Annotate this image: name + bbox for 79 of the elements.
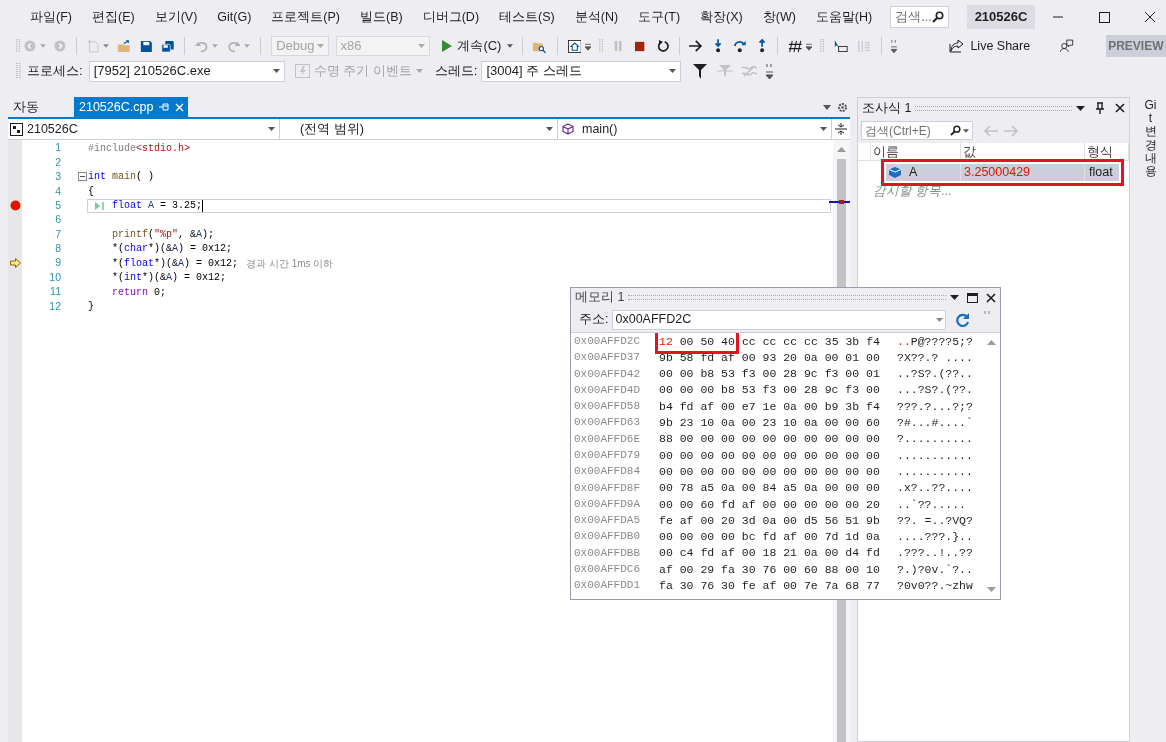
- memory-ascii: ...........: [897, 463, 973, 480]
- memory-address: 0x00AFFDBB: [573, 545, 641, 561]
- memory-address: 0x00AFFD6E: [573, 431, 641, 447]
- memory-ascii: ..`??.....: [897, 496, 966, 513]
- code-line: return 0;: [112, 285, 167, 300]
- address-label: 주소:: [579, 311, 609, 329]
- elapsed-time-hint: 경과 시간 1ms 이하: [246, 256, 334, 271]
- line-number: 3: [54, 169, 61, 185]
- memory-bytes: 00 00 60 fd af 00 00 00 00 00 20: [659, 496, 881, 513]
- panel-title: 메모리 1: [575, 289, 625, 307]
- line-number: 4: [54, 183, 61, 199]
- line-number: 12: [48, 298, 61, 314]
- memory-ascii: ?.)?0v.`?..: [897, 561, 973, 578]
- line-number: 10: [48, 269, 61, 285]
- memory-ascii: ???.?...?;?: [897, 398, 973, 415]
- memory-ascii: ?0v0??.~zhw: [897, 578, 973, 594]
- memory-bytes: 00 00 00 00 00 00 00 00 00 00 00: [659, 463, 881, 480]
- code-line: *(float*)(&A) = 0x12;: [112, 256, 239, 271]
- code-line: #include<stdio.h>: [88, 141, 191, 156]
- line-number: 11: [49, 284, 61, 300]
- memory-address: 0x00AFFD79: [573, 448, 641, 463]
- memory-address: 0x00AFFD2C: [573, 333, 641, 349]
- memory-address: 0x00AFFD4D: [573, 382, 641, 398]
- memory-address: 0x00AFFD58: [573, 399, 641, 415]
- solution-name: 210526C: [966, 5, 1036, 29]
- variable-value: 3.25000429: [961, 164, 1085, 181]
- memory-bytes: fe af 00 20 3d 0a 00 d5 56 51 9b: [659, 512, 881, 529]
- memory-address: 0x00AFFDC6: [573, 562, 641, 578]
- memory-address: 0x00AFFDA5: [573, 513, 641, 529]
- thread-label: 스레드:: [434, 62, 478, 81]
- memory-ascii: ?..........: [897, 431, 973, 448]
- process-label: 프로세스:: [27, 62, 83, 81]
- memory-ascii: ...........: [897, 447, 973, 464]
- memory-address: 0x00AFFDD1: [573, 578, 641, 594]
- variable-name: A: [909, 164, 918, 182]
- memory-bytes: 9b 23 10 0a 00 23 10 0a 00 00 60: [659, 415, 881, 431]
- memory-ascii: ....???.}..: [897, 529, 973, 546]
- memory-ascii: ..?S?.(??..: [897, 366, 973, 383]
- memory-address: 0x00AFFD63: [573, 415, 641, 431]
- code-line: float A = 3.25;: [112, 199, 203, 214]
- memory-bytes: 9b 58 fd af 00 93 20 0a 00 01 00: [659, 349, 881, 366]
- memory-ascii: .x?..??....: [897, 480, 973, 497]
- panel-title: 조사식 1: [862, 99, 912, 117]
- memory-address: 0x00AFFD8F: [573, 480, 641, 496]
- memory-address: 0x00AFFD9A: [573, 496, 641, 512]
- code-line: }: [88, 300, 94, 314]
- line-number: 5: [54, 197, 61, 213]
- memory-bytes: fa 30 76 30 fe af 00 7e 7a 68 77: [659, 578, 881, 594]
- line-number: 6: [54, 212, 61, 228]
- line-number: 9: [54, 255, 61, 271]
- line-number: 1: [54, 140, 61, 156]
- code-line: int main( ): [88, 170, 155, 185]
- memory-address: 0x00AFFD84: [573, 464, 641, 480]
- memory-ascii: ??. =..?VQ?: [897, 512, 973, 529]
- memory-ascii: ...?S?.(??.: [897, 382, 973, 399]
- memory-address: 0x00AFFDB0: [573, 529, 641, 545]
- line-number: 8: [54, 241, 61, 257]
- line-number: 7: [54, 226, 61, 242]
- memory-bytes: af 00 29 fa 30 76 00 60 88 00 10: [659, 561, 881, 578]
- memory-ascii: ?#...#....`: [897, 415, 973, 431]
- code-line: {: [88, 184, 94, 199]
- memory-bytes: 00 00 b8 53 f3 00 28 9c f3 00 01: [659, 366, 881, 383]
- memory-address: 0x00AFFD37: [573, 350, 641, 366]
- memory-ascii: ?X??.? ....: [897, 349, 973, 366]
- memory-bytes: 00 00 00 b8 53 f3 00 28 9c f3 00: [659, 382, 881, 399]
- memory-bytes: b4 fd af 00 e7 1e 0a 00 b9 3b f4: [659, 398, 881, 415]
- line-number: 2: [54, 154, 61, 170]
- memory-bytes: 00 c4 fd af 00 18 21 0a 00 d4 fd: [659, 545, 881, 562]
- code-line: *(int*)(&A) = 0x12;: [112, 271, 227, 286]
- code-line: printf("%p", &A);: [112, 228, 215, 243]
- memory-bytes: 00 00 00 00 00 00 00 00 00 00 00: [659, 447, 881, 464]
- variable-type: float: [1088, 164, 1114, 182]
- memory-address: 0x00AFFD42: [573, 366, 641, 382]
- memory-bytes: 00 00 00 00 bc fd af 00 7d 1d 0a: [659, 529, 881, 546]
- code-line: *(char*)(&A) = 0x12;: [112, 242, 233, 257]
- memory-ascii: ..P@????5;?: [897, 333, 973, 350]
- memory-bytes: 00 78 a5 0a 00 84 a5 0a 00 00 00: [659, 480, 881, 497]
- memory-bytes: 88 00 00 00 00 00 00 00 00 00 00: [659, 431, 881, 448]
- memory-ascii: .???..!..??: [897, 545, 973, 562]
